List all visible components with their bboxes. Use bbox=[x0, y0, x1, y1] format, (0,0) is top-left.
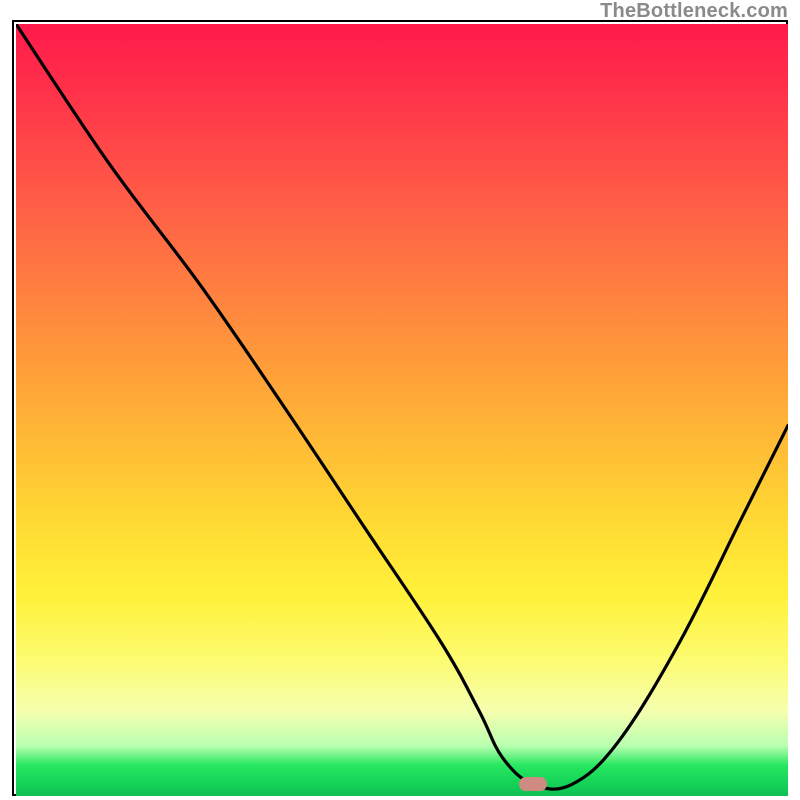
chart-frame bbox=[12, 20, 788, 796]
optimum-marker bbox=[519, 777, 547, 791]
bottleneck-curve bbox=[16, 24, 788, 796]
plot-area bbox=[16, 24, 788, 796]
